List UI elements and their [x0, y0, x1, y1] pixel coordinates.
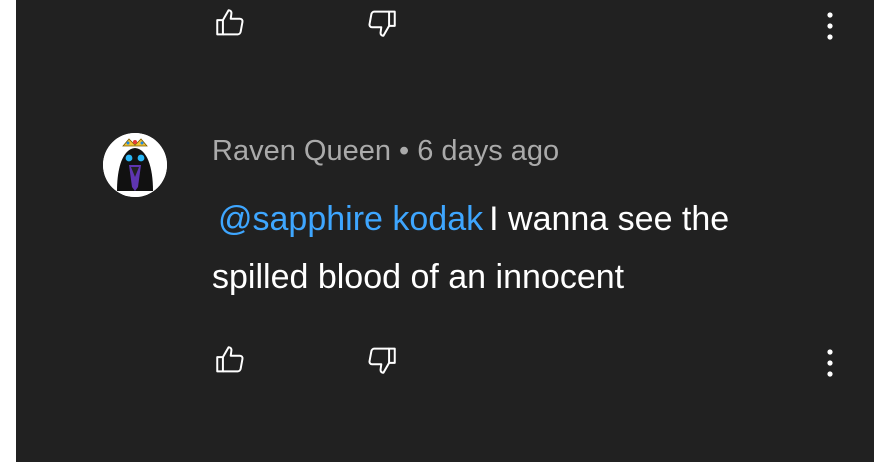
comment-header: Raven Queen • 6 days ago [212, 135, 559, 168]
thumbs-up-icon[interactable] [213, 6, 247, 40]
comment-actions [16, 343, 874, 383]
thumbs-down-icon[interactable] [365, 343, 399, 377]
author-name[interactable]: Raven Queen [212, 135, 391, 167]
more-vertical-icon[interactable] [816, 343, 844, 383]
thumbs-up-icon[interactable] [213, 343, 247, 377]
avatar[interactable] [103, 133, 167, 197]
comment-body: @sapphire kodak I wanna see the spilled b… [212, 190, 832, 306]
comments-panel: Raven Queen • 6 days ago @sapphire kodak… [16, 0, 874, 462]
more-vertical-icon[interactable] [816, 6, 844, 46]
thumbs-down-icon[interactable] [365, 6, 399, 40]
comment-timestamp[interactable]: 6 days ago [417, 135, 559, 167]
previous-comment-actions [16, 6, 874, 46]
separator-dot: • [399, 135, 418, 167]
mention-link[interactable]: @sapphire kodak [212, 200, 489, 238]
